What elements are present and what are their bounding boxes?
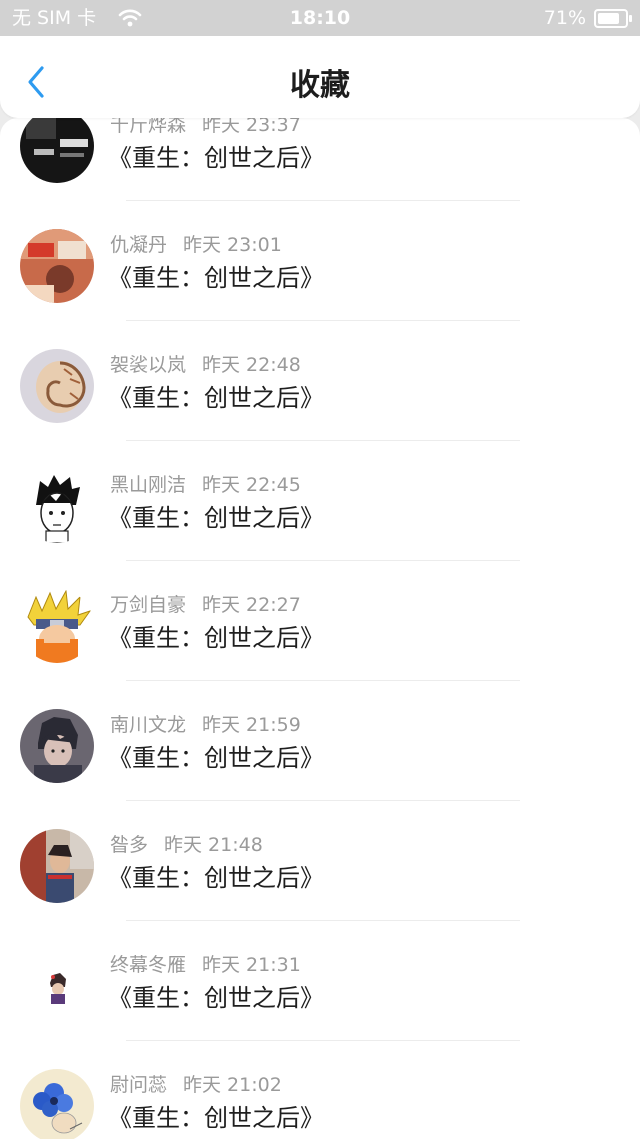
- user-name: 终幕冬雁: [110, 954, 187, 976]
- user-name: 黑山刚洁: [110, 474, 187, 496]
- item-meta: 昝多 昨天 21:48: [110, 830, 263, 857]
- favorites-list[interactable]: 千斤烨森 昨天 23:37 《重生：创世之后》 仇凝丹 昨天 23:01 《重生：创…: [0, 118, 640, 1139]
- item-meta: 黑山刚洁 昨天 22:45: [110, 470, 301, 497]
- item-meta: 千斤烨森 昨天 23:37: [110, 118, 301, 137]
- item-title: 《重生：创世之后》: [108, 144, 324, 172]
- avatar[interactable]: [20, 349, 94, 423]
- list-item[interactable]: 黑山刚洁 昨天 22:45 《重生：创世之后》: [0, 441, 640, 561]
- item-meta: 尉问蕊 昨天 21:02: [110, 1070, 282, 1097]
- user-name: 昝多: [110, 834, 149, 856]
- item-title: 《重生：创世之后》: [108, 744, 324, 772]
- list-item[interactable]: 昝多 昨天 21:48 《重生：创世之后》: [0, 801, 640, 921]
- item-time: 昨天 22:48: [202, 354, 301, 376]
- status-bar: 无 SIM 卡 18:10 71%: [0, 0, 640, 36]
- item-meta: 袈裟以岚 昨天 22:48: [110, 350, 301, 377]
- list-item[interactable]: 千斤烨森 昨天 23:37 《重生：创世之后》: [0, 118, 640, 201]
- user-name: 仇凝丹: [110, 234, 168, 256]
- avatar[interactable]: [20, 1069, 94, 1139]
- avatar[interactable]: [20, 709, 94, 783]
- item-time: 昨天 22:27: [202, 594, 301, 616]
- list-item[interactable]: 仇凝丹 昨天 23:01 《重生：创世之后》: [0, 201, 640, 321]
- item-time: 昨天 21:31: [202, 954, 301, 976]
- item-time: 昨天 21:02: [183, 1074, 282, 1096]
- page-title: 收藏: [290, 68, 350, 103]
- item-title: 《重生：创世之后》: [108, 504, 324, 532]
- avatar[interactable]: [20, 469, 94, 543]
- item-time: 昨天 21:59: [202, 714, 301, 736]
- item-time: 昨天 23:37: [202, 118, 301, 136]
- list-item[interactable]: 万剑自豪 昨天 22:27 《重生：创世之后》: [0, 561, 640, 681]
- user-name: 千斤烨森: [110, 118, 187, 136]
- item-time: 昨天 22:45: [202, 474, 301, 496]
- item-meta: 万剑自豪 昨天 22:27: [110, 590, 301, 617]
- list-item[interactable]: 袈裟以岚 昨天 22:48 《重生：创世之后》: [0, 321, 640, 441]
- item-meta: 南川文龙 昨天 21:59: [110, 710, 301, 737]
- avatar[interactable]: [20, 589, 94, 663]
- item-title: 《重生：创世之后》: [108, 984, 324, 1012]
- avatar[interactable]: [20, 949, 94, 1023]
- item-time: 昨天 23:01: [183, 234, 282, 256]
- avatar[interactable]: [20, 118, 94, 183]
- item-meta: 仇凝丹 昨天 23:01: [110, 230, 282, 257]
- battery-icon: [594, 8, 632, 28]
- user-name: 袈裟以岚: [110, 354, 187, 376]
- item-time: 昨天 21:48: [164, 834, 263, 856]
- nav-bar: 收藏: [0, 36, 640, 118]
- item-title: 《重生：创世之后》: [108, 1104, 324, 1132]
- list-item[interactable]: 终幕冬雁 昨天 21:31 《重生：创世之后》: [0, 921, 640, 1041]
- user-name: 南川文龙: [110, 714, 187, 736]
- battery-percent: 71%: [543, 7, 586, 29]
- item-meta: 终幕冬雁 昨天 21:31: [110, 950, 301, 977]
- list-item[interactable]: 南川文龙 昨天 21:59 《重生：创世之后》: [0, 681, 640, 801]
- user-name: 万剑自豪: [110, 594, 187, 616]
- avatar[interactable]: [20, 829, 94, 903]
- list-item[interactable]: 尉问蕊 昨天 21:02 《重生：创世之后》: [0, 1041, 640, 1139]
- user-name: 尉问蕊: [110, 1074, 168, 1096]
- item-title: 《重生：创世之后》: [108, 264, 324, 292]
- item-title: 《重生：创世之后》: [108, 624, 324, 652]
- avatar[interactable]: [20, 229, 94, 303]
- item-title: 《重生：创世之后》: [108, 384, 324, 412]
- battery-area: 71%: [543, 0, 632, 36]
- item-title: 《重生：创世之后》: [108, 864, 324, 892]
